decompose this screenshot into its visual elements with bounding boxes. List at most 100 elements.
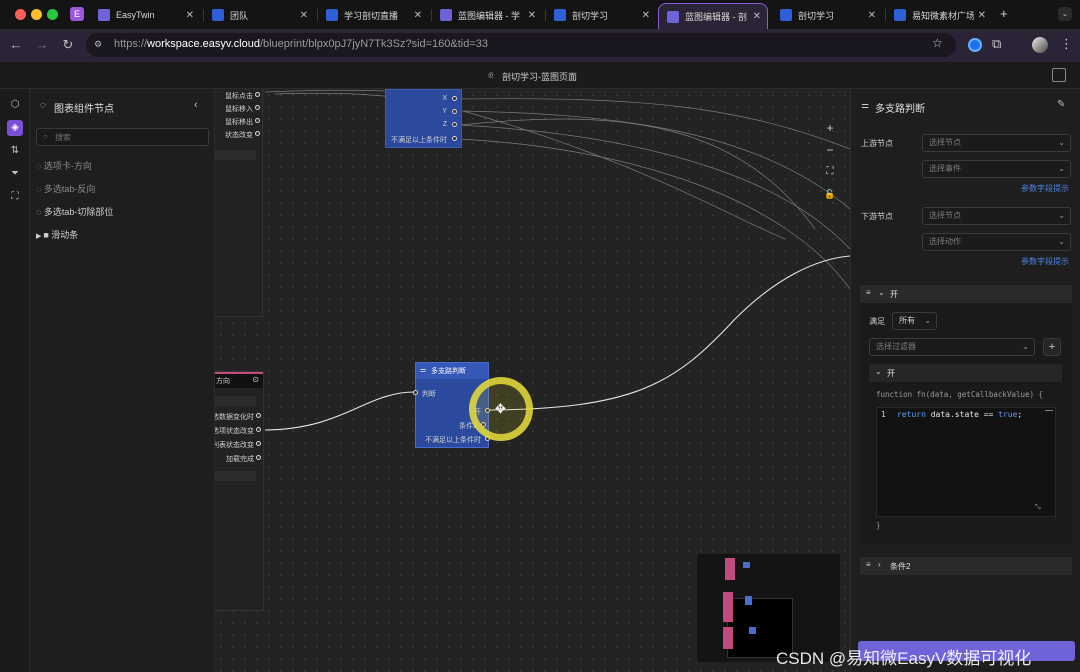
minimize-window-button[interactable] <box>31 9 42 20</box>
browser-tab-active[interactable]: 蓝图编辑器 - 剖 ✕ <box>658 3 768 29</box>
output-port[interactable] <box>452 136 457 141</box>
reload-icon[interactable]: ↻ <box>60 37 76 53</box>
chevron-right-icon[interactable]: › <box>878 560 881 569</box>
extension-icon[interactable] <box>968 38 982 52</box>
blueprint-canvas[interactable]: 鼠标点击 鼠标移入 鼠标移出 状态改变 X Y Z 不满足以上条件时 方向 ⊙ … <box>215 89 850 672</box>
port-label: 不满足以上条件时 <box>425 437 481 444</box>
new-tab-button[interactable]: + <box>1000 6 1008 21</box>
browser-tab[interactable]: 易知微素材广场 ✕ <box>886 3 992 27</box>
expand-icon[interactable]: ⤡ <box>1035 504 1041 512</box>
tab-close-icon[interactable]: ✕ <box>528 10 536 21</box>
chevron-down-icon: ⌄ <box>1058 237 1065 246</box>
info-icon[interactable]: ⊙ <box>252 375 259 384</box>
edit-pencil-icon[interactable]: ✎ <box>1057 99 1065 110</box>
browser-tab[interactable]: 团队 ✕ <box>204 3 314 27</box>
add-filter-button[interactable]: + <box>1043 338 1061 356</box>
tab-close-icon[interactable]: ✕ <box>753 11 761 22</box>
browser-tab[interactable]: 剖切学习 ✕ <box>546 3 656 27</box>
zoom-in-button[interactable]: + <box>820 118 840 138</box>
browser-tab[interactable]: 蓝图编辑器 - 学 ✕ <box>432 3 542 27</box>
output-port[interactable] <box>452 96 457 101</box>
port-label: 不满足以上条件时 <box>391 137 447 144</box>
downstream-action-select[interactable]: 选择动作 ⌄ <box>922 233 1071 251</box>
chevron-down-icon[interactable]: ⌄ <box>875 367 882 376</box>
tab-close-icon[interactable]: ✕ <box>868 10 876 21</box>
param-hint-link[interactable]: 参数字段提示 <box>1021 183 1069 194</box>
port-label: 选项状态改变 <box>215 428 254 435</box>
back-arrow-icon[interactable]: ← <box>8 37 24 53</box>
tree-item[interactable]: ◌ 选项卡-方向 <box>36 158 92 174</box>
node-header: 方向 ⊙ <box>215 372 263 388</box>
drag-handle-icon[interactable]: ≡ <box>866 560 871 569</box>
tab-close-icon[interactable]: ✕ <box>642 10 650 21</box>
filter-select[interactable]: 选择过滤器 ⌄ <box>869 338 1035 356</box>
tree-item[interactable]: ◌ 多选tab-反向 <box>36 181 95 197</box>
output-port[interactable] <box>256 455 261 460</box>
code-editor[interactable]: 1 return data.state == true; ⤡ <box>876 407 1056 517</box>
upstream-node-select[interactable]: 选择节点 ⌄ <box>922 134 1071 152</box>
chevron-down-icon[interactable]: ⌄ <box>878 288 885 297</box>
collapse-chevron-icon[interactable]: ‹ <box>194 99 198 111</box>
switch-node-top[interactable]: X Y Z 不满足以上条件时 <box>385 89 462 148</box>
output-port[interactable] <box>255 92 260 97</box>
output-port[interactable] <box>452 122 457 127</box>
puzzle-extensions-icon[interactable]: ⧉ <box>992 36 1001 52</box>
output-port[interactable] <box>256 441 261 446</box>
search-placeholder: 搜索 <box>55 133 71 142</box>
tab-search-icon[interactable]: ⌄ <box>1058 7 1072 21</box>
bookmark-star-icon[interactable]: ☆ <box>932 36 943 50</box>
node-panel-icon: ◌ <box>40 100 46 111</box>
filter-icon[interactable]: ⏷ <box>7 166 23 182</box>
output-port[interactable] <box>255 131 260 136</box>
fit-view-button[interactable]: ⛶ <box>820 162 840 182</box>
tab-close-icon[interactable]: ✕ <box>978 10 986 21</box>
partial-node-top-left[interactable]: 鼠标点击 鼠标移入 鼠标移出 状态改变 <box>215 89 263 317</box>
code-line: return data.state == true; <box>897 410 1023 419</box>
close-window-button[interactable] <box>15 9 26 20</box>
node-divider <box>215 396 256 406</box>
tree-folder[interactable]: ▶ ■ 滑动条 <box>36 227 78 243</box>
output-port[interactable] <box>256 427 261 432</box>
partial-node-mid-left[interactable]: 方向 ⊙ 选数据变化时 选项状态改变 列表状态改变 加载完成 <box>215 371 264 611</box>
user-avatar[interactable] <box>1032 37 1048 53</box>
upstream-event-select[interactable]: 选择事件 ⌄ <box>922 160 1071 178</box>
lock-button[interactable]: 🔓 <box>820 184 840 204</box>
output-port[interactable] <box>452 109 457 114</box>
branch-header[interactable]: ≡ ⌄ 开 <box>860 285 1072 303</box>
function-close: } <box>876 521 881 530</box>
tab-close-icon[interactable]: ✕ <box>300 10 308 21</box>
scale-icon[interactable]: ⛶ <box>7 189 23 205</box>
address-bar[interactable]: ⚙ https://workspace.easyv.cloud/blueprin… <box>86 33 956 57</box>
forward-arrow-icon[interactable]: → <box>34 37 50 53</box>
downstream-node-select[interactable]: 选择节点 ⌄ <box>922 207 1071 225</box>
search-input[interactable]: ○ 搜索 <box>36 128 209 146</box>
purple-cube-icon <box>440 9 452 21</box>
tab-close-icon[interactable]: ✕ <box>186 10 194 21</box>
logic-branch-icon[interactable]: ⇅ <box>7 143 23 159</box>
satisfy-select[interactable]: 所有 ⌄ <box>892 312 937 330</box>
downstream-label: 下游节点 <box>861 212 893 221</box>
profile-avatar[interactable]: E <box>70 7 84 21</box>
cube-icon[interactable]: ⬡ <box>7 97 23 113</box>
zoom-out-button[interactable]: − <box>820 140 840 160</box>
drag-handle-icon[interactable]: ≡ <box>866 288 871 297</box>
input-port[interactable] <box>413 390 418 395</box>
sub-branch-header[interactable]: ⌄ 开 <box>869 364 1062 382</box>
branch-header-collapsed[interactable]: ≡ › 条件2 <box>860 557 1072 575</box>
component-node-panel: ◌ 图表组件节点 ‹ ○ 搜索 ◌ 选项卡-方向 ◌ 多选tab-反向 ◌ 多选… <box>30 89 215 672</box>
tree-item[interactable]: ◌ 多选tab-切除部位 <box>36 204 113 220</box>
tab-close-icon[interactable]: ✕ <box>414 10 422 21</box>
preview-icon[interactable] <box>1052 68 1066 82</box>
purple-cube-icon <box>98 9 110 21</box>
maximize-window-button[interactable] <box>47 9 58 20</box>
param-hint-link[interactable]: 参数字段提示 <box>1021 256 1069 267</box>
browser-tab[interactable]: EasyTwin ✕ <box>90 3 200 27</box>
component-node-icon[interactable]: ◈ <box>7 120 23 136</box>
output-port[interactable] <box>256 413 261 418</box>
output-port[interactable] <box>255 118 260 123</box>
browser-tab[interactable]: 学习剖切直播 ✕ <box>318 3 428 27</box>
more-menu-icon[interactable]: ⋮ <box>1060 36 1073 52</box>
browser-tab[interactable]: 剖切学习 ✕ <box>772 3 882 27</box>
output-port[interactable] <box>255 105 260 110</box>
site-settings-icon[interactable]: ⚙ <box>94 39 106 51</box>
